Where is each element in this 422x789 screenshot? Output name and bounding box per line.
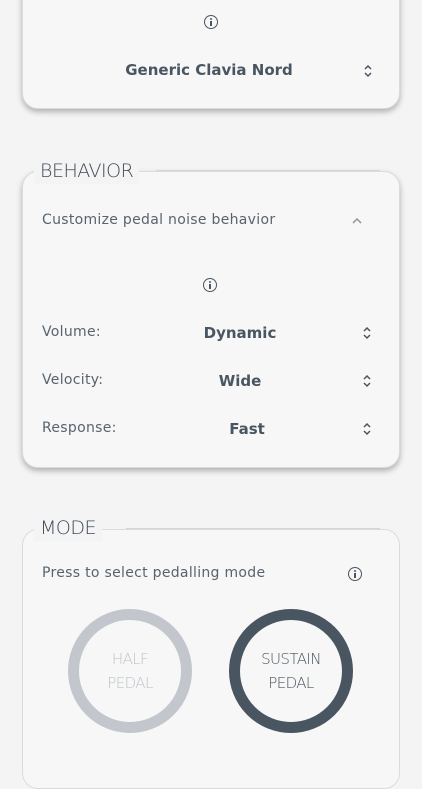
half-pedal-line1: HALF xyxy=(111,650,149,668)
up-down-stepper-icon[interactable] xyxy=(362,422,372,436)
response-value: Fast xyxy=(229,420,265,438)
volume-picker[interactable]: Dynamic xyxy=(170,324,310,342)
sustain-pedal-line2: PEDAL xyxy=(268,674,314,692)
velocity-label: Velocity: xyxy=(42,372,104,388)
volume-label: Volume: xyxy=(42,324,101,340)
info-icon[interactable] xyxy=(348,567,362,581)
velocity-picker[interactable]: Wide xyxy=(170,372,310,390)
device-card: Generic Clavia Nord xyxy=(22,0,400,109)
response-picker[interactable]: Fast xyxy=(170,420,324,438)
mode-title: MODE xyxy=(34,515,102,541)
mode-subtitle: Press to select pedalling mode xyxy=(42,565,266,581)
sustain-pedal-button[interactable]: SUSTAIN PEDAL xyxy=(229,609,353,733)
info-icon[interactable] xyxy=(204,15,218,29)
velocity-value: Wide xyxy=(218,372,262,390)
behavior-subtitle: Customize pedal noise behavior xyxy=(42,212,276,228)
half-pedal-line2: PEDAL xyxy=(107,674,153,692)
chevron-up-icon[interactable] xyxy=(352,217,362,225)
sustain-pedal-line1: SUSTAIN xyxy=(261,650,321,668)
info-icon[interactable] xyxy=(203,278,217,292)
volume-value: Dynamic xyxy=(203,324,277,342)
up-down-stepper-icon[interactable] xyxy=(362,374,372,388)
half-pedal-button[interactable]: HALF PEDAL xyxy=(68,609,192,733)
behavior-title: BEHAVIOR xyxy=(34,158,140,184)
behavior-title-line xyxy=(156,170,380,171)
mode-title-line xyxy=(126,528,380,529)
up-down-stepper-icon[interactable] xyxy=(362,326,372,340)
device-picker[interactable]: Generic Clavia Nord xyxy=(83,61,335,79)
response-label: Response: xyxy=(42,420,117,436)
device-value: Generic Clavia Nord xyxy=(125,61,293,79)
up-down-stepper-icon[interactable] xyxy=(363,64,373,78)
